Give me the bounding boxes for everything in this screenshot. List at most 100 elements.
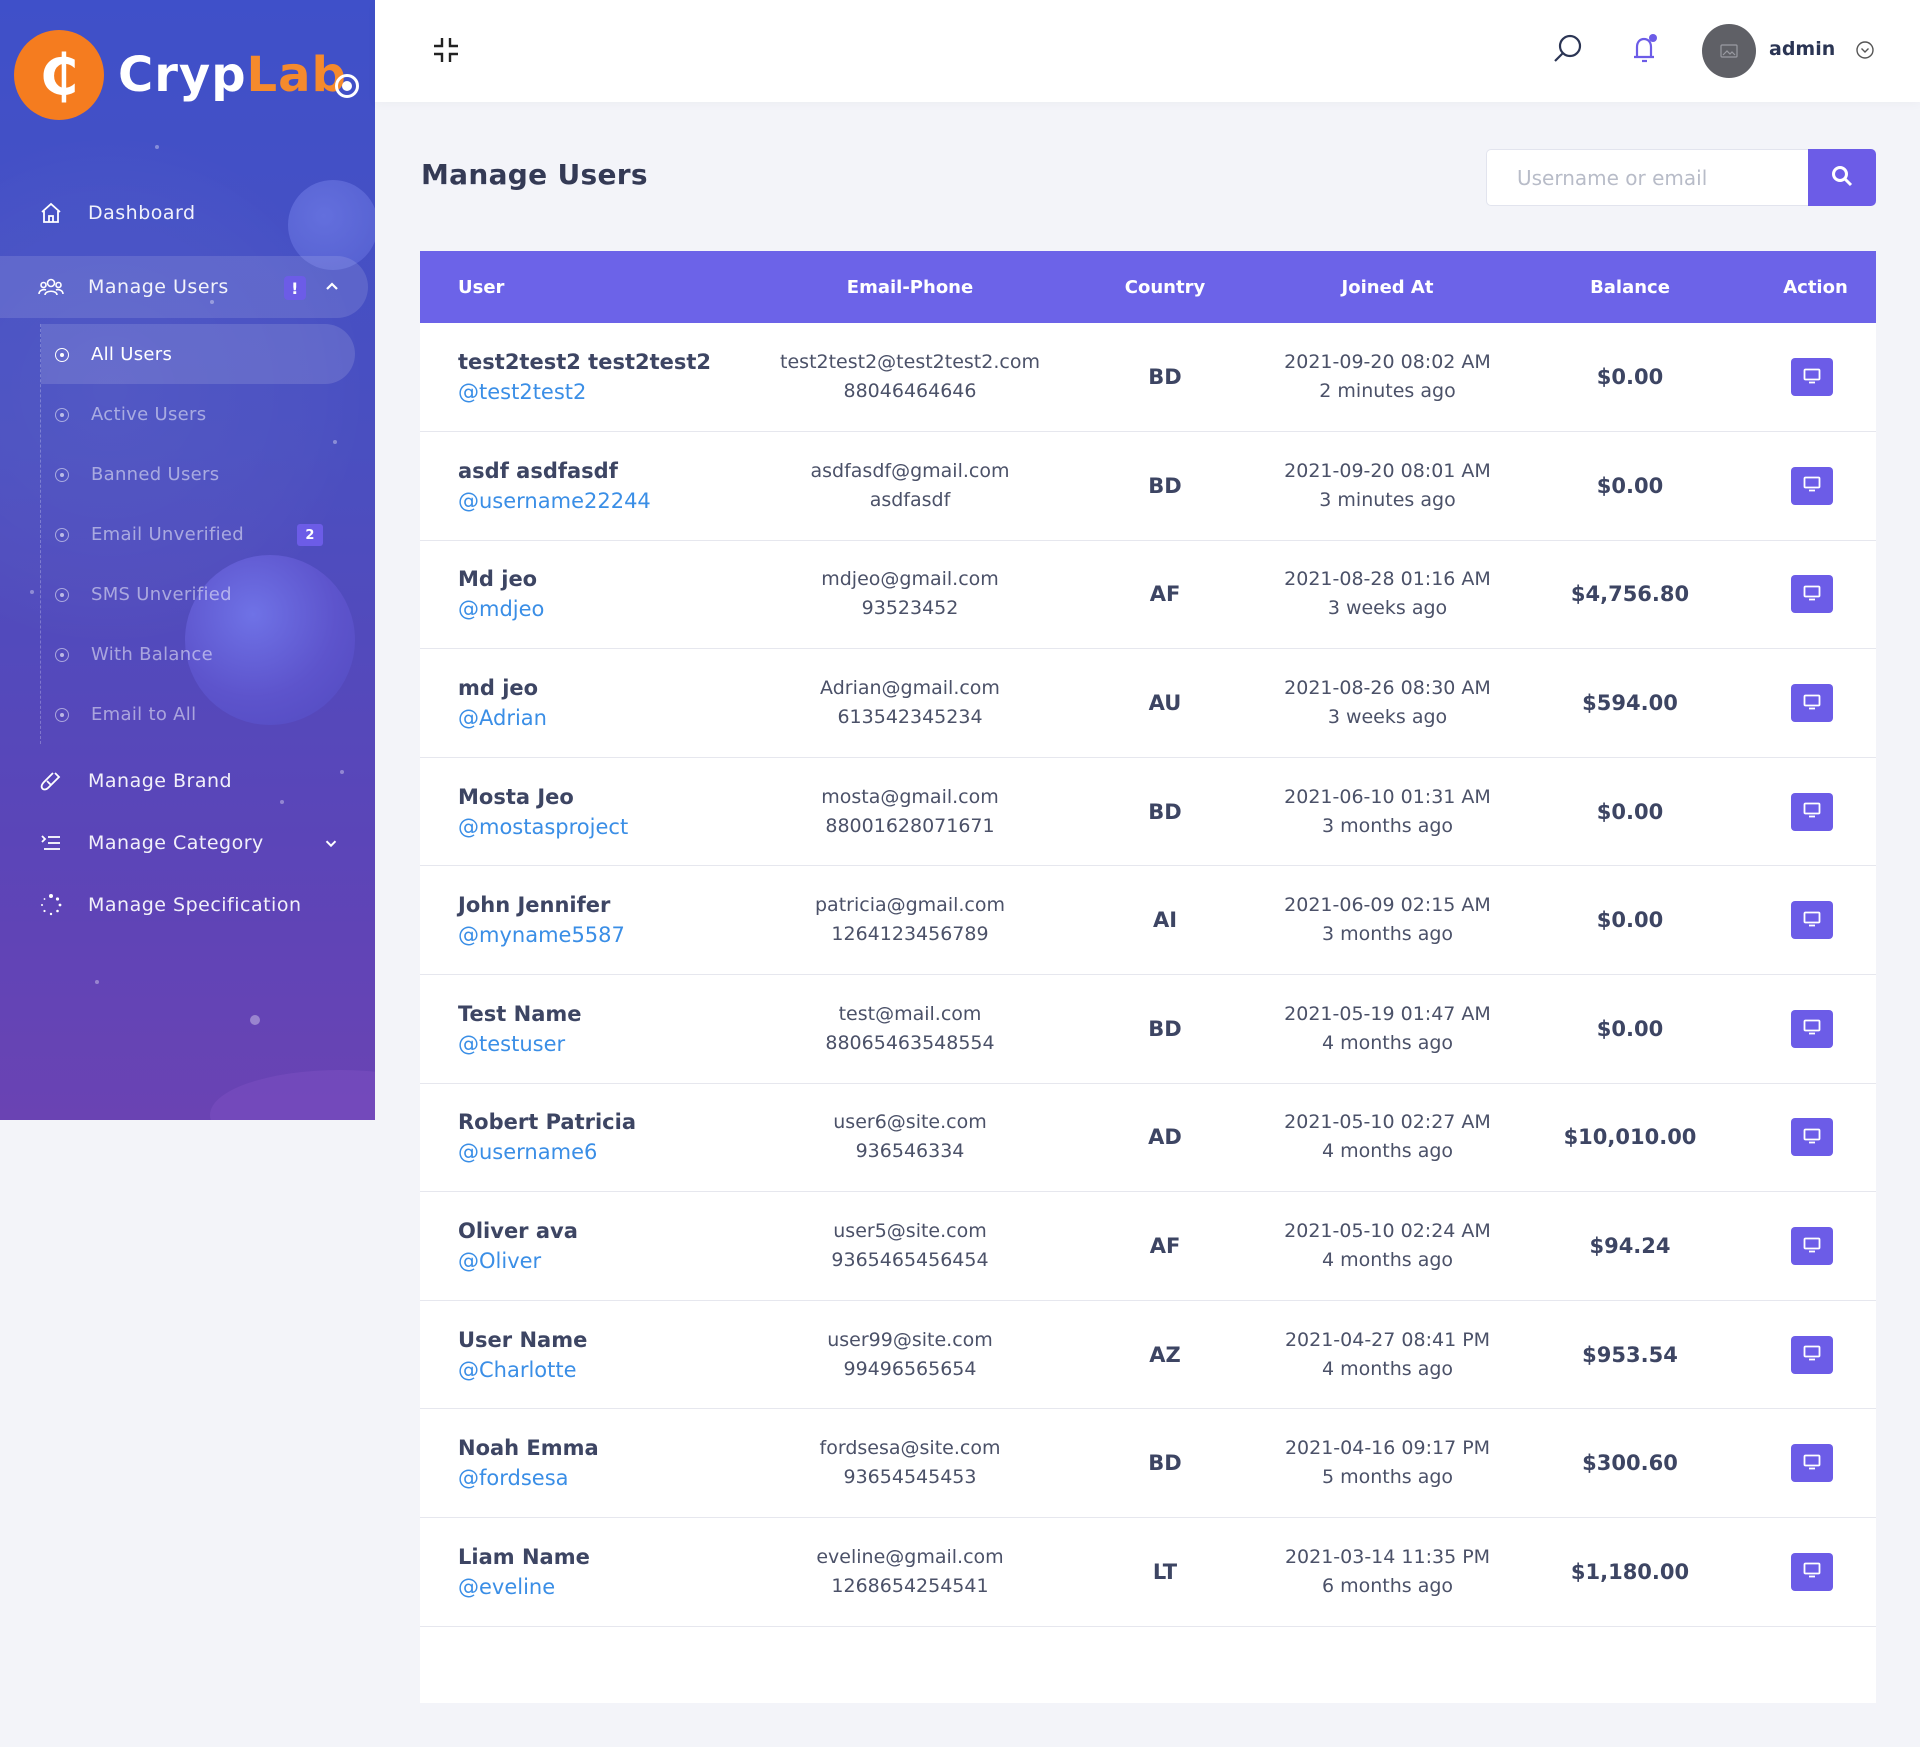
view-details-button[interactable] (1791, 1118, 1833, 1157)
joined-relative: 5 months ago (1321, 1466, 1454, 1489)
coin-logo-icon: ₵ (14, 30, 104, 120)
sidebar-item-dashboard[interactable]: Dashboard (0, 182, 375, 244)
user-handle-link[interactable]: @mostasproject (458, 815, 760, 839)
view-details-button[interactable] (1791, 901, 1833, 940)
avatar[interactable] (1702, 24, 1756, 78)
country-code: AU (1148, 691, 1182, 716)
joined-cell: 2021-05-10 02:24 AM 4 months ago (1270, 1192, 1505, 1301)
view-details-button[interactable] (1791, 575, 1833, 614)
balance-cell: $0.00 (1505, 866, 1755, 975)
user-balance: $594.00 (1582, 691, 1678, 716)
table-row: asdf asdfasdf @username22244 asdfasdf@gmai… (420, 432, 1876, 541)
sidebar-item-with-balance[interactable]: With Balance (41, 624, 375, 684)
country-code: LT (1152, 1559, 1178, 1584)
sidebar-item-email-to-all[interactable]: Email to All (41, 684, 375, 744)
user-fullname: John Jennifer (458, 893, 611, 918)
monitor-icon (1803, 1019, 1821, 1038)
admin-username[interactable]: admin (1769, 38, 1835, 60)
user-handle-link[interactable]: @username6 (458, 1140, 760, 1164)
user-handle-link[interactable]: @testuser (458, 1032, 760, 1056)
search-icon[interactable] (1551, 32, 1585, 66)
sidebar-item-manage-users[interactable]: Manage Users ! (0, 256, 368, 318)
country-cell: LT (1060, 1518, 1270, 1627)
notification-bell-icon[interactable] (1629, 32, 1661, 66)
user-cell: Mosta Jeo @mostasproject (420, 757, 760, 866)
column-header-action: Action (1783, 276, 1848, 298)
view-details-button[interactable] (1791, 466, 1833, 505)
user-handle-link[interactable]: @username22244 (458, 489, 760, 513)
chevron-up-icon[interactable] (322, 276, 342, 296)
user-handle-link[interactable]: @Adrian (458, 706, 760, 730)
user-phone: 88046464646 (843, 380, 977, 403)
sidebar-item-email-unverified[interactable]: Email Unverified 2 (41, 504, 375, 564)
sidebar-subitem-label: Active Users (91, 403, 207, 425)
user-handle-link[interactable]: @fordsesa (458, 1466, 760, 1490)
users-table-card: User Email-Phone Country Joined At Balan… (420, 251, 1876, 1703)
search-button[interactable] (1808, 149, 1876, 206)
country-code: BD (1148, 799, 1182, 824)
sidebar-item-manage-category[interactable]: Manage Category (0, 812, 375, 874)
country-cell: AF (1060, 1192, 1270, 1301)
sidebar-item-manage-specification[interactable]: Manage Specification (0, 874, 375, 936)
user-fullname: Robert Patricia (458, 1110, 636, 1135)
brand-logo[interactable]: ₵ CrypLab (14, 30, 347, 120)
sidebar-item-label: Manage Category (88, 832, 264, 854)
user-email: user6@site.com (833, 1111, 987, 1134)
table-row: Noah Emma @fordsesa fordsesa@site.com 93654… (420, 1409, 1876, 1518)
balance-cell: $300.60 (1505, 1409, 1755, 1518)
sidebar-subitem-label: With Balance (91, 643, 213, 665)
user-handle-link[interactable]: @Oliver (458, 1249, 760, 1273)
view-details-button[interactable] (1791, 1227, 1833, 1266)
user-cell: md jeo @Adrian (420, 649, 760, 758)
sidebar-menu: Dashboard Manage Users ! All Users Activ… (0, 182, 375, 936)
view-details-button[interactable] (1791, 1335, 1833, 1374)
view-details-button[interactable] (1791, 358, 1833, 397)
user-cell: User Name @Charlotte (420, 1300, 760, 1409)
monitor-icon (1803, 911, 1821, 930)
country-cell: BD (1060, 1409, 1270, 1518)
joined-cell: 2021-06-09 02:15 AM 3 months ago (1270, 866, 1505, 975)
user-fullname: Noah Emma (458, 1436, 599, 1461)
sidebar-item-all-users[interactable]: All Users (41, 324, 355, 384)
country-cell: AZ (1060, 1300, 1270, 1409)
balance-cell: $594.00 (1505, 649, 1755, 758)
user-handle-link[interactable]: @eveline (458, 1575, 760, 1599)
chevron-down-circle-icon[interactable] (1855, 40, 1875, 60)
sidebar-item-sms-unverified[interactable]: SMS Unverified (41, 564, 375, 624)
user-cell: Robert Patricia @username6 (420, 1083, 760, 1192)
view-details-button[interactable] (1791, 792, 1833, 831)
user-fullname: Mosta Jeo (458, 784, 574, 809)
joined-cell: 2021-04-27 08:41 PM 4 months ago (1270, 1300, 1505, 1409)
joined-relative: 3 weeks ago (1327, 597, 1448, 620)
chevron-down-icon[interactable] (322, 834, 340, 852)
view-details-button[interactable] (1791, 1444, 1833, 1483)
sidebar-item-label: Dashboard (88, 202, 196, 224)
user-email: mdjeo@gmail.com (821, 568, 999, 591)
users-icon (38, 274, 64, 300)
user-fullname: Liam Name (458, 1544, 590, 1569)
user-phone: 88001628071671 (825, 814, 995, 837)
joined-relative: 4 months ago (1321, 1031, 1454, 1054)
action-cell (1755, 866, 1876, 975)
user-email: eveline@gmail.com (816, 1545, 1004, 1568)
user-handle-link[interactable]: @myname5587 (458, 923, 760, 947)
user-handle-link[interactable]: @Charlotte (458, 1358, 760, 1382)
joined-relative: 2 minutes ago (1319, 380, 1456, 403)
view-details-button[interactable] (1791, 1009, 1833, 1048)
view-details-button[interactable] (1791, 684, 1833, 723)
sidebar-item-active-users[interactable]: Active Users (41, 384, 375, 444)
sidebar-toggle-icon[interactable] (335, 74, 359, 98)
user-fullname: md jeo (458, 676, 539, 701)
count-badge: 2 (297, 524, 323, 546)
user-balance: $1,180.00 (1570, 1559, 1690, 1584)
sidebar-item-banned-users[interactable]: Banned Users (41, 444, 375, 504)
collapse-icon[interactable] (431, 35, 461, 65)
user-handle-link[interactable]: @mdjeo (458, 597, 760, 621)
joined-date: 2021-05-19 01:47 AM (1284, 1002, 1491, 1025)
search-input[interactable] (1486, 149, 1808, 206)
joined-date: 2021-06-10 01:31 AM (1284, 785, 1491, 808)
sidebar-item-manage-brand[interactable]: Manage Brand (0, 750, 375, 812)
user-handle-link[interactable]: @test2test2 (458, 380, 760, 404)
table-row: md jeo @Adrian Adrian@gmail.com 61354234523… (420, 649, 1876, 758)
view-details-button[interactable] (1791, 1552, 1833, 1591)
